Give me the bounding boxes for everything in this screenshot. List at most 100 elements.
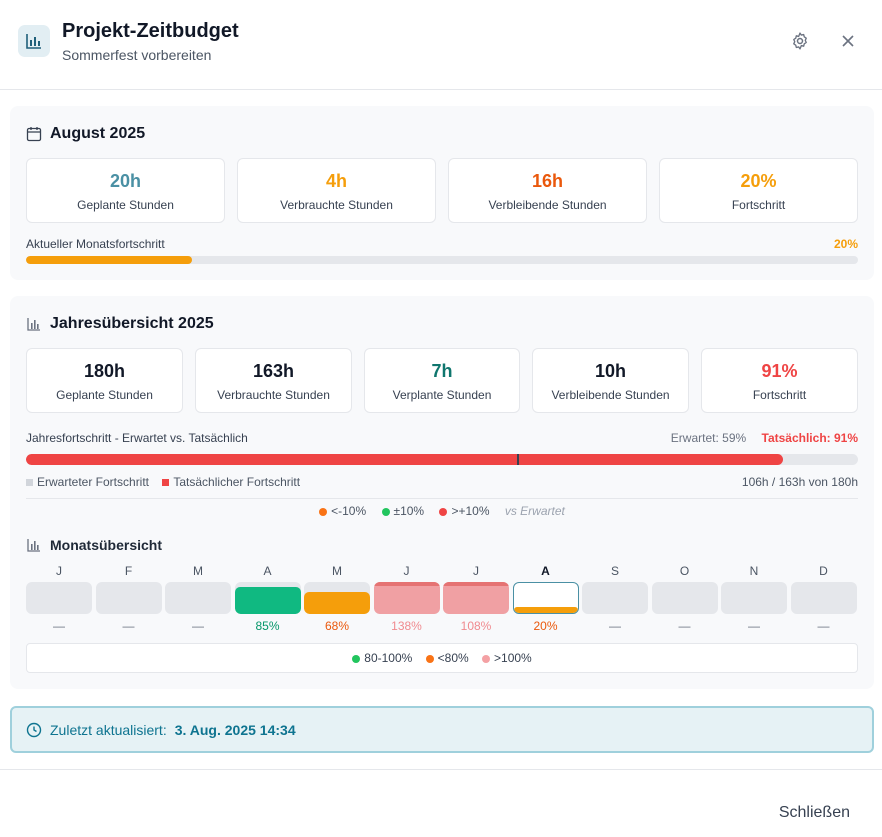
year-stat-scheduled: 7h Verplante Stunden — [364, 348, 520, 413]
stat-label: Verbrauchte Stunden — [280, 198, 393, 212]
month-bar — [234, 582, 301, 614]
month-bar-fill — [234, 586, 301, 614]
close-dialog-button[interactable]: Schließen — [779, 804, 850, 822]
month-column[interactable]: A 20% — [512, 564, 579, 633]
expected-marker — [516, 454, 519, 465]
month-letter: F — [124, 564, 133, 578]
bar-chart-icon — [27, 539, 40, 552]
month-stat-remaining: 16h Verbleibende Stunden — [448, 158, 647, 223]
month-column[interactable]: A 85% — [234, 564, 301, 633]
divider — [26, 498, 858, 499]
month-progress-bar — [26, 256, 858, 264]
year-card: Jahresübersicht 2025 180h Geplante Stund… — [10, 296, 874, 689]
stat-value: 7h — [431, 361, 453, 381]
last-updated-label: Zuletzt aktualisiert: — [50, 721, 167, 738]
settings-button[interactable] — [789, 30, 811, 52]
month-bar-overflow — [373, 582, 440, 586]
month-percent: — — [122, 619, 135, 633]
year-card-title: Jahresübersicht 2025 — [26, 315, 214, 333]
month-column[interactable]: O — — [651, 564, 718, 633]
stat-value: 16h — [531, 171, 564, 191]
dialog-title: Projekt-Zeitbudget — [62, 20, 239, 42]
hours-summary: 106h / 163h von 180h — [741, 475, 858, 489]
month-percent: — — [817, 619, 830, 633]
month-column[interactable]: F — — [95, 564, 162, 633]
month-card: August 2025 20h Geplante Stunden 4h Verb… — [10, 106, 874, 280]
month-stat-planned: 20h Geplante Stunden — [26, 158, 225, 223]
month-bar — [95, 582, 162, 614]
month-percent: 85% — [255, 619, 280, 633]
stat-label: Verbleibende Stunden — [488, 198, 607, 212]
month-bar — [512, 582, 579, 614]
month-bar-fill — [373, 582, 440, 614]
month-letter: J — [473, 564, 479, 578]
legend-swatch-actual — [162, 479, 170, 487]
stat-label: Fortschritt — [752, 388, 807, 402]
legend-swatch-expected — [26, 479, 33, 487]
stat-value: 20% — [740, 171, 777, 191]
stat-label: Verplante Stunden — [392, 388, 492, 402]
close-button[interactable] — [837, 30, 859, 52]
legend-dot-under — [319, 507, 328, 516]
deviation-note: vs Erwartet — [504, 504, 565, 518]
month-progress-value: 20% — [833, 237, 858, 251]
month-column[interactable]: N — — [721, 564, 787, 633]
year-compare-values: Erwartet: 59% Tatsächlich: 91% — [671, 431, 858, 445]
month-bar — [304, 582, 370, 614]
month-bar — [651, 582, 718, 614]
monthly-overview-title: Monatsübersicht — [26, 537, 162, 553]
close-icon — [842, 35, 854, 47]
last-updated-value: 3. Aug. 2025 14:34 — [174, 721, 296, 738]
month-bar — [790, 582, 857, 614]
stat-value: 180h — [83, 361, 126, 381]
month-column[interactable]: M — — [165, 564, 231, 633]
year-stat-planned: 180h Geplante Stunden — [26, 348, 183, 413]
month-percent: — — [748, 619, 760, 633]
stat-value: 163h — [252, 361, 295, 381]
month-column[interactable]: J 108% — [443, 564, 509, 633]
legend-dot-low — [425, 654, 434, 663]
month-column[interactable]: M 68% — [304, 564, 370, 633]
month-letter: N — [749, 564, 759, 578]
stat-value: 10h — [594, 361, 627, 381]
deviation-under: <-10% — [331, 504, 367, 518]
month-bar-fill — [304, 592, 370, 614]
year-compare-label: Jahresfortschritt - Erwartet vs. Tatsäch… — [26, 431, 248, 445]
bar-chart-icon — [27, 318, 40, 331]
footer-divider — [0, 769, 882, 770]
month-percent: — — [678, 619, 691, 633]
last-updated-banner: Zuletzt aktualisiert: 3. Aug. 2025 14:34 — [10, 706, 874, 753]
month-percent: — — [192, 619, 204, 633]
month-bar-fill — [443, 582, 509, 614]
month-stat-used: 4h Verbrauchte Stunden — [237, 158, 436, 223]
month-column[interactable]: J — — [26, 564, 92, 633]
month-letter: A — [541, 564, 550, 578]
month-column[interactable]: D — — [790, 564, 857, 633]
month-stat-progress: 20% Fortschritt — [659, 158, 858, 223]
expected-text: Erwartet: 59% — [670, 431, 747, 445]
month-bar — [165, 582, 231, 614]
actual-text: Tatsächlich: 91% — [761, 431, 858, 445]
month-progress-fill — [26, 256, 193, 264]
month-bar — [721, 582, 787, 614]
clock-icon — [26, 722, 42, 737]
stat-value: 91% — [761, 361, 798, 381]
legend-dot-good — [352, 654, 361, 663]
month-bar — [373, 582, 440, 614]
stat-label: Fortschritt — [731, 198, 786, 212]
month-bar-fill — [513, 607, 578, 613]
month-letter: S — [610, 564, 619, 578]
month-letter: J — [403, 564, 410, 578]
month-letter: M — [332, 564, 342, 578]
month-column[interactable]: J 138% — [373, 564, 440, 633]
year-stat-remaining: 10h Verbleibende Stunden — [532, 348, 689, 413]
month-color-legend: 80-100% <80% >100% — [26, 643, 858, 673]
month-column[interactable]: S — — [582, 564, 648, 633]
month-percent: 108% — [460, 619, 492, 633]
stat-value: 20h — [109, 171, 142, 191]
month-bar — [26, 582, 92, 614]
month-card-title: August 2025 — [26, 125, 145, 143]
month-percent: 68% — [324, 619, 350, 633]
legend-high: >100% — [494, 651, 532, 665]
month-percent: 20% — [533, 619, 558, 633]
